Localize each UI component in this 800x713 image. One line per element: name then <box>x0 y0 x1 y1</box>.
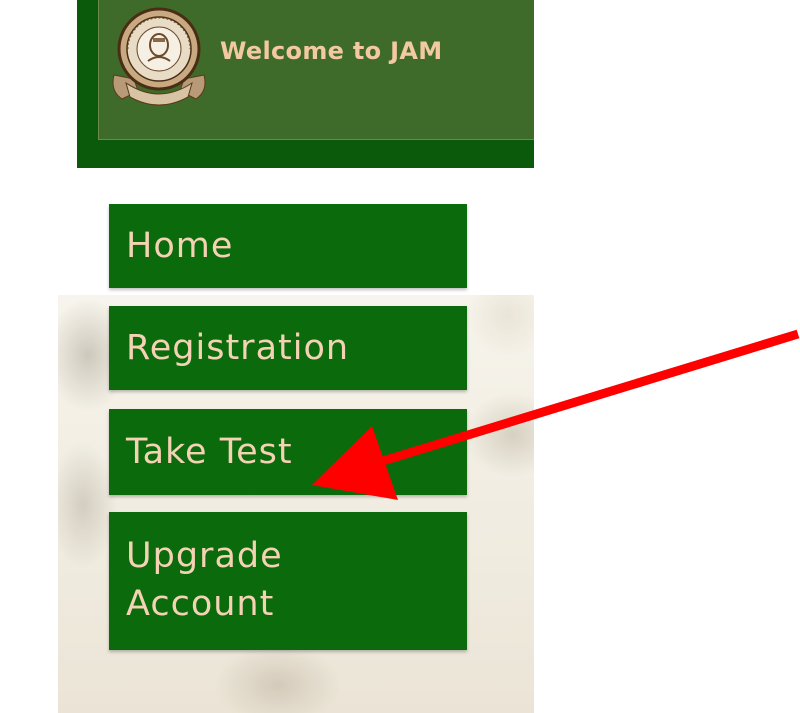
nav-item-home[interactable]: Home <box>109 204 467 288</box>
nav-item-label: Home <box>126 226 234 266</box>
nav-item-upgrade-account[interactable]: Upgrade Account <box>109 512 467 650</box>
nav-item-label: Take Test <box>126 432 293 472</box>
nav-item-label-line2: Account <box>126 584 275 624</box>
header-banner-inner: Welcome to JAM <box>98 0 534 140</box>
jamb-crest-logo-icon <box>112 7 206 106</box>
welcome-heading: Welcome to JAM <box>220 37 443 65</box>
nav-item-take-test[interactable]: Take Test <box>109 409 467 495</box>
nav-item-registration[interactable]: Registration <box>109 306 467 390</box>
header-banner: Welcome to JAM <box>77 0 534 168</box>
page: Welcome to JAM Home Registration Take Te… <box>0 0 800 713</box>
nav-item-label: Registration <box>126 328 350 368</box>
nav-item-label-line1: Upgrade <box>126 536 283 576</box>
